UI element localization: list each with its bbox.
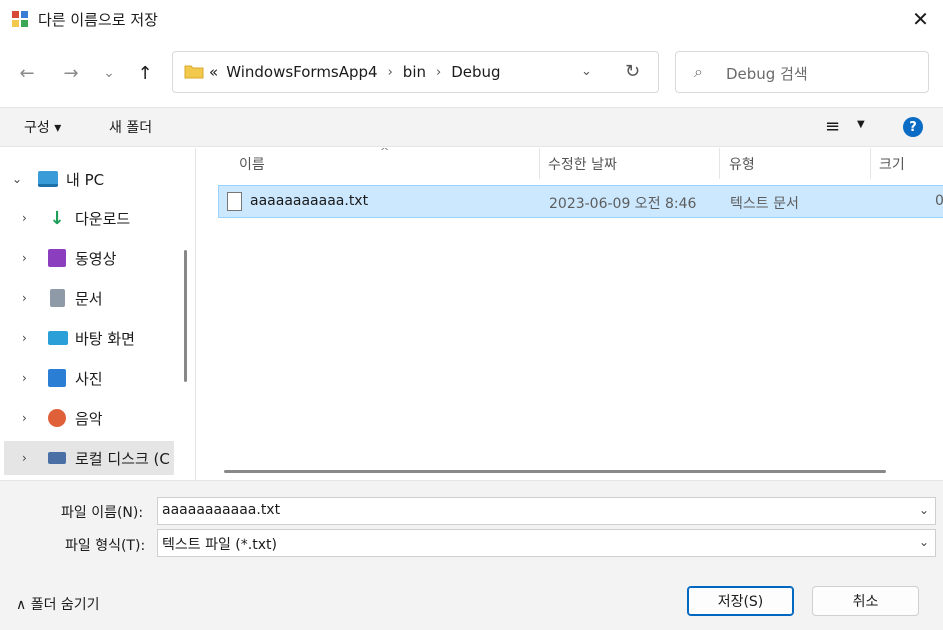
document-icon (50, 289, 65, 307)
sidebar-item-label: 동영상 (75, 249, 117, 268)
save-button[interactable]: 저장(S) (687, 586, 794, 616)
file-size: 0 (935, 193, 943, 209)
forward-button[interactable]: → (56, 58, 86, 88)
sidebar-item-downloads[interactable]: › ↓ 다운로드 (0, 201, 178, 235)
breadcrumb-separator: › (436, 64, 442, 80)
address-bar[interactable]: « WindowsFormsApp4 › bin › Debug ⌄ ↻ (172, 51, 659, 93)
back-button[interactable]: ← (12, 58, 42, 88)
sidebar-item-label: 다운로드 (75, 209, 131, 228)
sidebar-item-label: 내 PC (66, 170, 105, 189)
command-bar: 구성 ▾ 새 폴더 ≡ ▼ ? (0, 107, 943, 147)
view-options-icon[interactable]: ≡ (825, 116, 840, 137)
filename-value: aaaaaaaaaaa.txt (162, 502, 281, 518)
chevron-right-icon[interactable]: › (22, 371, 27, 385)
sidebar-item-desktop[interactable]: › 바탕 화면 (0, 321, 178, 355)
hide-folders-button[interactable]: ∧ 폴더 숨기기 (16, 594, 100, 614)
sidebar-item-documents[interactable]: › 문서 (0, 281, 178, 315)
chevron-down-icon[interactable]: ⌄ (581, 64, 592, 79)
file-name: aaaaaaaaaaa.txt (250, 193, 369, 209)
breadcrumb-item-debug[interactable]: Debug (451, 63, 500, 81)
chevron-down-icon[interactable]: ⌄ (12, 172, 22, 186)
filename-field[interactable]: aaaaaaaaaaa.txt ⌄ (157, 497, 936, 525)
column-header-modified[interactable]: 수정한 날짜 (548, 148, 718, 179)
chevron-right-icon[interactable]: › (22, 411, 27, 425)
file-type: 텍스트 문서 (730, 196, 799, 212)
chevron-right-icon[interactable]: › (22, 251, 27, 265)
cancel-button[interactable]: 취소 (812, 586, 919, 616)
breadcrumb-item-bin[interactable]: bin (403, 63, 426, 81)
chevron-down-icon[interactable]: ⌄ (919, 535, 929, 549)
filetype-value: 텍스트 파일 (*.txt) (162, 537, 277, 553)
new-folder-button[interactable]: 새 폴더 (109, 117, 152, 137)
breadcrumb-item-windowsformsapp4[interactable]: WindowsFormsApp4 (226, 63, 377, 81)
up-button[interactable]: ↑ (130, 58, 160, 88)
column-header-size[interactable]: 크기 (879, 148, 939, 179)
save-form: 파일 이름(N): aaaaaaaaaaa.txt ⌄ 파일 형식(T): 텍스… (0, 480, 943, 630)
pictures-icon (48, 369, 66, 387)
sidebar-item-music[interactable]: › 음악 (0, 401, 178, 435)
recent-locations-button[interactable]: ⌄ (94, 58, 124, 88)
close-button[interactable]: ✕ (898, 0, 943, 38)
column-divider[interactable] (870, 148, 871, 179)
column-header-type[interactable]: 유형 (729, 148, 869, 179)
column-header-name[interactable]: 이름 (239, 148, 539, 179)
sidebar-item-label: 사진 (75, 369, 103, 388)
sidebar-item-pictures[interactable]: › 사진 (0, 361, 178, 395)
filename-label: 파일 이름(N): (61, 505, 144, 521)
chevron-right-icon[interactable]: › (22, 451, 27, 465)
filetype-label: 파일 형식(T): (65, 538, 146, 554)
sidebar-scrollbar[interactable] (184, 250, 187, 382)
pane-divider[interactable] (195, 148, 196, 480)
sidebar-item-label: 로컬 디스크 (C (75, 449, 170, 468)
breadcrumb-separator: › (387, 64, 393, 80)
search-input[interactable]: ⌕ Debug 검색 (675, 51, 929, 93)
view-dropdown-icon[interactable]: ▼ (857, 119, 865, 130)
text-file-icon (227, 192, 242, 211)
title-bar: 다른 이름으로 저장 ✕ (0, 0, 943, 38)
table-row[interactable]: aaaaaaaaaaa.txt 2023-06-09 오전 8:46 텍스트 문… (218, 185, 943, 218)
disk-icon (48, 452, 66, 464)
sidebar-item-this-pc[interactable]: ⌄ 내 PC (0, 162, 178, 196)
sidebar-item-videos[interactable]: › 동영상 (0, 241, 178, 275)
sidebar-item-label: 음악 (75, 409, 103, 428)
breadcrumb: « WindowsFormsApp4 › bin › Debug (209, 63, 501, 81)
search-icon: ⌕ (694, 62, 703, 81)
sidebar-item-label: 문서 (75, 289, 103, 308)
chevron-right-icon[interactable]: › (22, 331, 27, 345)
filetype-select[interactable]: 텍스트 파일 (*.txt) ⌄ (157, 529, 936, 557)
sidebar-item-label: 바탕 화면 (75, 329, 135, 348)
chevron-down-icon[interactable]: ⌄ (919, 503, 929, 517)
help-icon[interactable]: ? (903, 117, 923, 137)
file-modified: 2023-06-09 오전 8:46 (549, 196, 697, 212)
desktop-icon (48, 331, 68, 345)
chevron-right-icon[interactable]: › (22, 211, 27, 225)
column-divider[interactable] (719, 148, 720, 179)
window-title: 다른 이름으로 저장 (38, 11, 158, 29)
video-icon (48, 249, 66, 267)
organize-button[interactable]: 구성 ▾ (24, 117, 61, 137)
folder-icon (184, 65, 204, 79)
navigation-pane: ⌄ 내 PC › ↓ 다운로드 › 동영상 › 문서 › 바탕 화면 › 사진 … (0, 148, 195, 480)
app-icon (12, 11, 28, 27)
chevron-right-icon[interactable]: › (22, 291, 27, 305)
file-list: ^ 이름 수정한 날짜 유형 크기 aaaaaaaaaaa.txt 2023-0… (202, 148, 943, 480)
refresh-icon[interactable]: ↻ (625, 61, 640, 82)
pc-icon (38, 171, 58, 187)
horizontal-scrollbar[interactable] (224, 470, 886, 473)
search-placeholder: Debug 검색 (726, 65, 808, 83)
download-icon: ↓ (49, 207, 65, 229)
breadcrumb-overflow[interactable]: « (209, 63, 218, 81)
music-icon (48, 409, 66, 427)
sidebar-item-local-disk[interactable]: › 로컬 디스크 (C (4, 441, 174, 475)
column-divider[interactable] (539, 148, 540, 179)
